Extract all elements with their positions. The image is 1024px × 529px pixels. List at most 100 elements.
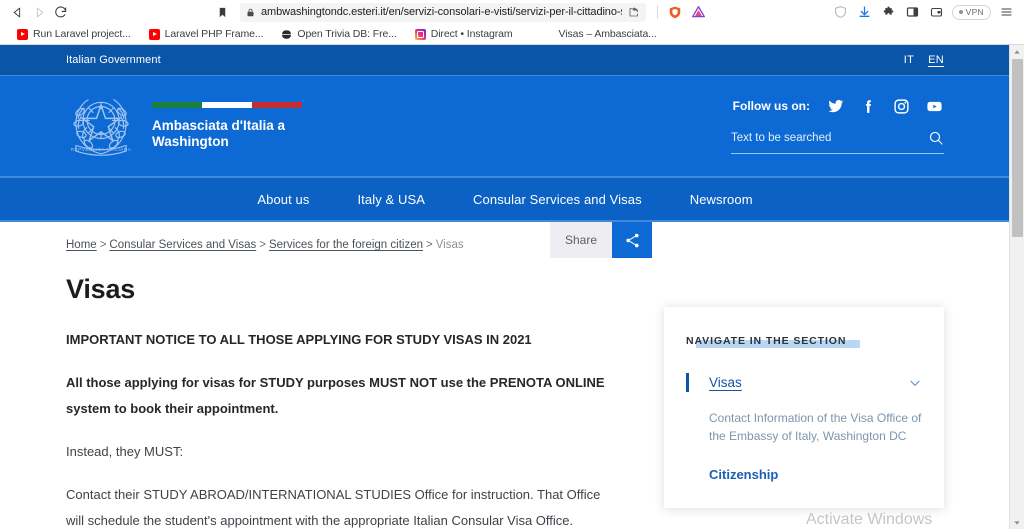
forward-arrow-icon [28,2,50,22]
instagram-icon [414,28,426,40]
scrollbar-thumb[interactable] [1012,59,1023,237]
brave-shields-icon[interactable] [663,2,687,22]
page-viewport: Italian Government IT EN REPVBBLICA ITAL… [0,45,1024,529]
sidebar-item-visas[interactable]: Visas [686,373,922,392]
brand-block[interactable]: REPVBBLICA ITALIANA Ambasciata d'Italia … [66,87,302,165]
header-right: Follow us on: Text to be searched [731,97,944,156]
share-label[interactable]: Share [550,222,612,258]
scroll-up-arrow-icon[interactable] [1010,45,1024,59]
shield-icon[interactable] [829,2,853,22]
government-label[interactable]: Italian Government [66,54,161,66]
paragraph-instead: Instead, they MUST: [66,444,184,459]
address-bar[interactable]: ambwashingtondc.esteri.it/en/servizi-con… [240,2,646,22]
flag-green [152,102,202,108]
twitter-icon[interactable] [826,97,845,116]
page-title: Visas [66,274,136,304]
paragraph-prenota: All those applying for visas for STUDY p… [66,375,605,416]
bookmark-label: Visas – Ambasciata... [558,28,657,40]
breadcrumb-separator: > [99,239,107,251]
italian-republic-emblem-icon: REPVBBLICA ITALIANA [66,87,136,165]
navigate-section-card: NAVIGATE IN THE SECTION Visas Contact In… [664,307,944,508]
youtube-icon [17,28,28,40]
vpn-badge[interactable]: VPN [951,4,991,20]
chevron-down-icon[interactable] [908,376,922,390]
globe-icon [281,29,293,40]
search-placeholder: Text to be searched [731,131,832,144]
url-text: ambwashingtondc.esteri.it/en/servizi-con… [261,6,622,18]
nav-item-newsroom[interactable]: Newsroom [666,192,777,207]
facebook-icon[interactable] [859,97,878,116]
breadcrumb-home[interactable]: Home [66,239,97,251]
download-icon[interactable] [853,2,877,22]
youtube-icon[interactable] [925,97,944,116]
instagram-icon[interactable] [892,97,911,116]
nav-item-consular-services[interactable]: Consular Services and Visas [449,192,666,207]
article-body: IMPORTANT NOTICE TO ALL THOSE APPLYING F… [66,327,622,529]
brand-line-1: Ambasciata d'Italia a [152,118,286,133]
follow-us-block: Follow us on: [733,97,944,116]
lock-icon [246,7,255,18]
sidebar-subitem-contact-info[interactable]: Contact Information of the Visa Office o… [686,409,922,445]
breadcrumb-separator: > [259,239,266,251]
government-bar: Italian Government IT EN [0,45,1010,75]
navigate-section-title: NAVIGATE IN THE SECTION [686,335,861,348]
bookmark-item[interactable]: Run Laravel project... [8,25,140,43]
breadcrumb-foreign-citizen[interactable]: Services for the foreign citizen [269,239,423,251]
extension-triangle-icon[interactable] [687,2,711,22]
bookmark-label: Laravel PHP Frame... [164,28,264,40]
share-button[interactable] [612,222,652,258]
share-nodes-icon [625,233,639,247]
language-it[interactable]: IT [904,54,914,66]
share-control: Share [550,222,652,258]
flag-white [202,102,252,108]
language-en[interactable]: EN [928,54,944,66]
sidebar-item-visas-label: Visas [709,375,742,390]
toolbar-divider [656,5,658,19]
watermark-title: Activate Windows [806,511,933,528]
reload-icon[interactable] [50,2,72,22]
breadcrumb: Home > Consular Services and Visas > Service… [66,222,486,255]
scroll-down-arrow-icon[interactable] [1010,516,1024,529]
hamburger-menu-icon[interactable] [994,2,1018,22]
brand-line-2: Washington [152,134,229,149]
youtube-icon [148,28,160,40]
wallet-icon[interactable] [925,2,949,22]
puzzle-piece-icon[interactable] [877,2,901,22]
flag-red [252,102,302,108]
browser-toolbar: ambwashingtondc.esteri.it/en/servizi-con… [0,0,1024,24]
search-input[interactable]: Text to be searched [731,130,944,154]
vpn-status-dot [958,10,963,14]
side-panel-icon[interactable] [901,2,925,22]
navigate-section-title-text: NAVIGATE IN THE SECTION [686,335,847,347]
italian-flag-bar [152,102,302,108]
bookmark-label: Run Laravel project... [33,28,131,40]
bookmark-item[interactable]: Visas – Ambasciata... [550,25,666,43]
paragraph-contact-office: Contact their STUDY ABROAD/INTERNATIONAL… [66,487,601,528]
bookmark-item[interactable]: Open Trivia DB: Fre... [272,25,405,43]
paragraph-notice: IMPORTANT NOTICE TO ALL THOSE APPLYING F… [66,332,532,347]
nav-item-about-us[interactable]: About us [233,192,333,207]
breadcrumb-separator: > [425,239,433,251]
language-switcher: IT EN [904,54,944,66]
breadcrumb-consular[interactable]: Consular Services and Visas [109,239,256,251]
windows-activation-watermark: Activate Windows Go to Settings to activ… [806,511,972,529]
bookmarks-bar: Run Laravel project... Laravel PHP Frame… [0,24,1024,44]
site-header: REPVBBLICA ITALIANA Ambasciata d'Italia … [0,76,1010,176]
brand-text: Ambasciata d'Italia a Washington [152,102,302,150]
bookmark-icon[interactable] [212,2,232,22]
svg-text:REPVBBLICA ITALIANA: REPVBBLICA ITALIANA [71,147,132,153]
back-arrow-icon[interactable] [6,2,28,22]
vpn-label: VPN [965,7,984,17]
bookmark-item[interactable]: Laravel PHP Frame... [140,25,273,43]
follow-us-label: Follow us on: [732,99,810,113]
bookmark-label: Open Trivia DB: Fre... [297,28,397,40]
search-icon[interactable] [928,130,944,146]
bookmark-item[interactable]: Direct • Instagram [406,25,522,43]
sidebar-item-citizenship[interactable]: Citizenship [686,467,922,482]
page-scrollbar[interactable] [1009,45,1024,529]
bookmark-label: Direct • Instagram [430,28,513,40]
nav-item-italy-usa[interactable]: Italy & USA [333,192,449,207]
share-url-icon[interactable] [628,6,640,18]
browser-chrome: ambwashingtondc.esteri.it/en/servizi-con… [0,0,1024,45]
main-navigation: About us Italy & USA Consular Services a… [0,178,1010,220]
